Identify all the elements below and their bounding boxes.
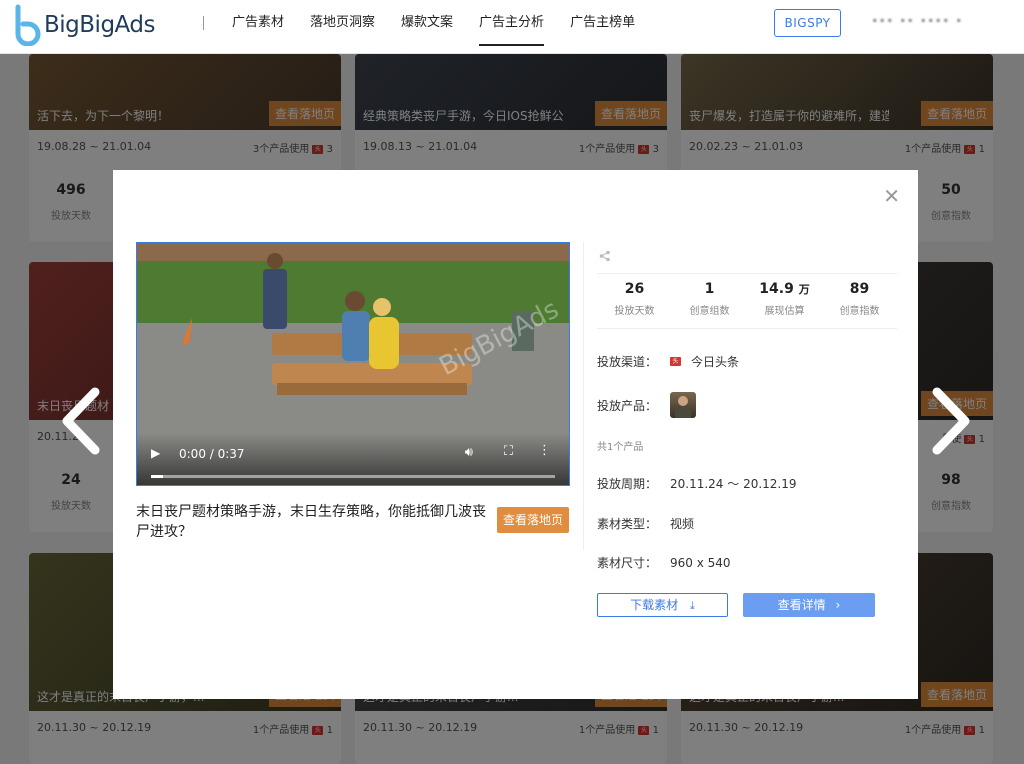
type-row: 素材类型： 视频 <box>597 515 694 532</box>
period-value: 20.11.24 ～ 20.12.19 <box>670 477 797 491</box>
volume-icon[interactable]: 🔊︎ <box>465 445 473 460</box>
view-landing-button[interactable]: 查看落地页 <box>497 507 569 533</box>
ad-description: 末日丧尸题材策略手游，末日生存策略，你能抵御几波丧尸进攻？ <box>136 504 486 540</box>
size-label: 素材尺寸： <box>597 556 658 570</box>
toutiao-icon: 头 <box>670 357 681 366</box>
view-details-button[interactable]: 查看详情 › <box>743 593 875 617</box>
video-player[interactable]: BigBigAds ▶ 0:00 / 0:37 🔊︎ ⛶ ⋮ <box>136 242 570 486</box>
type-label: 素材类型： <box>597 517 658 531</box>
nav-hot-copy[interactable]: 爆款文案 <box>401 14 453 46</box>
product-app-icon[interactable] <box>670 392 696 418</box>
nav-ad-material[interactable]: 广告素材 <box>232 14 284 46</box>
period-label: 投放周期： <box>597 477 658 491</box>
nav-advertiser-ranking[interactable]: 广告主榜单 <box>570 14 635 46</box>
video-time: 0:00 / 0:37 <box>179 447 245 461</box>
download-button[interactable]: 下载素材 ⤓ <box>597 593 728 617</box>
user-account[interactable]: *** ** **** * <box>872 16 964 29</box>
product-label: 投放产品： <box>597 398 658 413</box>
close-icon[interactable]: ✕ <box>883 186 900 206</box>
stats-bar: 26 投放天数 1 创意组数 14.9 万 展现估算 89 创意指数 <box>597 273 897 329</box>
product-row: 投放产品： <box>597 392 696 418</box>
size-value: 960 x 540 <box>670 555 731 570</box>
play-icon[interactable]: ▶ <box>151 446 160 460</box>
size-row: 素材尺寸： 960 x 540 <box>597 554 731 571</box>
stat-creative-index: 89 创意指数 <box>839 281 880 317</box>
video-progress-bar[interactable] <box>151 475 555 478</box>
channel-row: 投放渠道： 头 今日头条 <box>597 353 739 370</box>
brand-logo-icon <box>15 4 41 46</box>
next-arrow-icon[interactable] <box>925 386 975 456</box>
video-progress-fill <box>151 475 164 478</box>
ad-detail-modal: ✕ BigBigAds ▶ 0:00 / 0:37 🔊︎ ⛶ ⋮ 末日丧尸题材策… <box>113 170 918 699</box>
brand-name: BigBigAds <box>44 12 155 38</box>
channel-value: 今日头条 <box>691 355 740 369</box>
brand-logo[interactable]: BigBigAds <box>12 4 155 46</box>
type-value: 视频 <box>670 517 695 531</box>
more-options-icon[interactable]: ⋮ <box>538 443 551 458</box>
video-controls: ▶ 0:00 / 0:37 🔊︎ ⛶ ⋮ <box>137 433 569 485</box>
nav-separator <box>203 16 204 30</box>
share-icon[interactable] <box>599 250 611 262</box>
nav-advertiser-analysis[interactable]: 广告主分析 <box>479 14 545 46</box>
chevron-right-icon: › <box>835 598 841 612</box>
main-nav: 广告素材 落地页洞察 爆款文案 广告主分析 广告主榜单 <box>232 14 661 46</box>
channel-label: 投放渠道： <box>597 355 658 369</box>
vertical-divider <box>583 242 584 550</box>
prev-arrow-icon[interactable] <box>57 386 107 456</box>
product-count: 共1个产品 <box>597 442 644 453</box>
top-header: BigBigAds 广告素材 落地页洞察 爆款文案 广告主分析 广告主榜单 BI… <box>0 0 1024 54</box>
nav-landing-insight[interactable]: 落地页洞察 <box>310 14 375 46</box>
stat-impressions: 14.9 万 展现估算 <box>759 281 810 317</box>
download-icon: ⤓ <box>689 599 695 612</box>
fullscreen-icon[interactable]: ⛶ <box>504 444 513 459</box>
period-row: 投放周期： 20.11.24 ～ 20.12.19 <box>597 475 797 492</box>
stat-creative-groups: 1 创意组数 <box>689 281 730 317</box>
bigspy-button[interactable]: BIGSPY <box>774 9 841 37</box>
stat-days: 26 投放天数 <box>614 281 655 317</box>
